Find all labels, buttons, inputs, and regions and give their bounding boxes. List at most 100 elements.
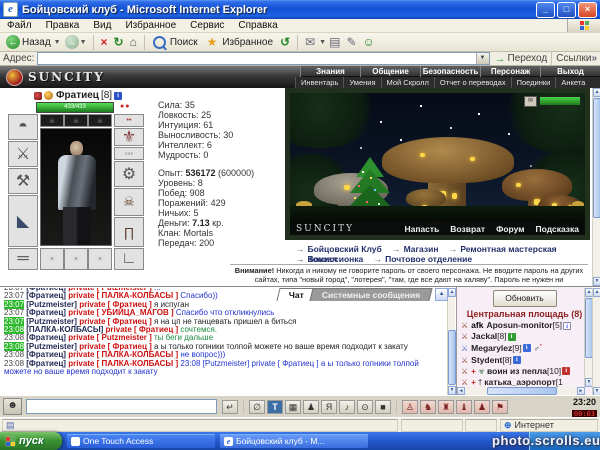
attack-icon[interactable]: ⚔ — [461, 366, 468, 377]
sound-icon[interactable]: ♪ — [339, 400, 355, 414]
slot-belt[interactable]: ═ — [8, 248, 38, 270]
slot-amulet[interactable]: •• — [114, 114, 144, 127]
user-info-icon[interactable]: i — [562, 367, 570, 375]
bone-slot[interactable]: × — [64, 248, 88, 270]
attack-icon[interactable]: ⚔ — [461, 377, 468, 388]
main-scrollbar[interactable]: ▲ ▼ — [592, 88, 600, 286]
nav-bezopasnost[interactable]: Безопасность — [420, 66, 480, 77]
close-button[interactable]: × — [578, 2, 597, 18]
history-icon[interactable]: ↺ — [280, 35, 290, 49]
links-label[interactable]: Ссылки — [556, 53, 591, 64]
menu-file[interactable]: Файл — [0, 20, 39, 31]
user-info-icon[interactable]: i — [508, 333, 516, 341]
task-browser[interactable]: e Бойцовский клуб - M... — [220, 434, 368, 448]
user-nick[interactable]: Aposun-monitor — [486, 320, 552, 331]
channel-icon[interactable]: ■ — [375, 400, 391, 414]
users-scrollbar[interactable]: ▲ ▼ — [584, 288, 592, 387]
chat-input[interactable] — [26, 399, 217, 414]
user-nick[interactable]: Megarylez — [471, 343, 512, 354]
slot-gun[interactable]: ⚙ — [114, 161, 144, 187]
tab-system-messages[interactable]: Системные сообщения — [309, 288, 432, 301]
link-shop[interactable]: Магазин — [404, 244, 439, 254]
send-button[interactable]: ↵ — [222, 400, 238, 414]
maximize-button[interactable]: □ — [557, 2, 576, 18]
slot-boots[interactable]: ∟ — [114, 248, 144, 270]
nav-znaniya[interactable]: Знания — [300, 66, 360, 77]
clear-icon[interactable]: ∅ — [249, 400, 265, 414]
chat-scroll-up-icon[interactable]: ▲ — [435, 288, 448, 301]
subnav-poedinki[interactable]: Поединки — [511, 77, 556, 88]
users-hscrollbar[interactable]: ◄ ► — [457, 387, 585, 395]
link-fightclub[interactable]: Бойцовский Клуб — [308, 244, 382, 254]
fight-filter-icon[interactable]: ♝ — [456, 400, 472, 414]
menu-help[interactable]: Справка — [231, 20, 284, 31]
print-icon[interactable]: ▤ — [329, 35, 340, 49]
scroll-thumb[interactable] — [593, 98, 600, 218]
scene-link-return[interactable]: Возврат — [450, 224, 485, 234]
page-scrollbar[interactable]: ▲ ▼ — [592, 288, 600, 396]
favorites-button[interactable]: ★ Избранное — [204, 35, 275, 49]
scene-mail-icon[interactable]: ✉ — [524, 96, 537, 107]
user-info-icon[interactable]: i — [523, 344, 531, 352]
refresh-button[interactable]: Обновить — [493, 290, 557, 307]
trinket-slot[interactable]: ☠ — [40, 114, 64, 127]
translit-icon[interactable]: Я — [321, 400, 337, 414]
slot-shield[interactable]: ☠ — [114, 188, 144, 216]
subnav-perevody[interactable]: Отчет о переводах — [434, 77, 511, 88]
forward-button[interactable]: → ▼ — [65, 35, 87, 49]
scroll-right-icon[interactable]: ► — [577, 387, 585, 395]
scroll-thumb[interactable] — [487, 387, 557, 395]
slot-hammer[interactable]: ⚒ — [8, 168, 38, 194]
links-chevron-icon[interactable]: » — [591, 53, 597, 64]
link-commission[interactable]: Комиссионка — [308, 254, 364, 264]
user-info-icon[interactable]: i — [513, 356, 521, 364]
scroll-up-icon[interactable]: ▲ — [593, 288, 600, 297]
user-nick[interactable]: катька_аэропорт — [484, 377, 555, 388]
back-button[interactable]: ← Назад ▼ — [6, 35, 61, 49]
nav-personazh[interactable]: Персонаж — [480, 66, 540, 77]
subnav-umeniya[interactable]: Умения — [343, 77, 380, 88]
slot-emblem[interactable]: ⚜ — [114, 128, 144, 146]
slot-cloak[interactable]: ◣ — [8, 195, 38, 247]
scroll-up-icon[interactable]: ▲ — [593, 88, 600, 97]
slot-rings[interactable]: ◦◦◦ — [114, 147, 144, 160]
user-nick[interactable]: Jackal — [471, 331, 497, 342]
home-icon[interactable]: ⌂ — [130, 35, 137, 49]
fight-filter-icon[interactable]: ♞ — [420, 400, 436, 414]
attack-icon[interactable]: ⚔ — [461, 320, 468, 331]
info-badge-icon[interactable]: i — [114, 92, 122, 100]
edit-icon[interactable]: ✎ — [346, 35, 356, 49]
trinket-slot[interactable]: ☠ — [88, 114, 112, 127]
subnav-skroll[interactable]: Мой Скролл — [381, 77, 434, 88]
bone-slot[interactable]: × — [88, 248, 112, 270]
timer-icon[interactable]: ⊙ — [357, 400, 373, 414]
chat-scrollbar[interactable]: ▲ ▼ — [447, 288, 455, 395]
menu-edit[interactable]: Правка — [39, 20, 87, 31]
menu-favorites[interactable]: Избранное — [118, 20, 183, 31]
save-log-icon[interactable]: ▦ — [285, 400, 301, 414]
link-repair[interactable]: Ремонтная мастерская — [460, 244, 556, 254]
mail-icon[interactable]: ✉ — [305, 35, 315, 49]
minimize-button[interactable]: _ — [536, 2, 555, 18]
address-dropdown-icon[interactable]: ▼ — [476, 53, 489, 64]
trinket-slot[interactable]: ☠ — [64, 114, 88, 127]
attack-icon[interactable]: ⚔ — [461, 355, 468, 366]
forward-caret-icon[interactable]: ▼ — [80, 39, 87, 46]
start-button[interactable]: пуск — [0, 432, 62, 450]
scroll-down-icon[interactable]: ▼ — [593, 277, 600, 286]
menu-view[interactable]: Вид — [86, 20, 118, 31]
go-icon[interactable]: → — [495, 53, 506, 65]
attack-icon[interactable]: ⚔ — [461, 331, 468, 342]
back-caret-icon[interactable]: ▼ — [54, 39, 61, 46]
mail-caret-icon[interactable]: ▼ — [319, 39, 326, 46]
slot-helmet[interactable]: ◓ — [8, 114, 38, 140]
scroll-thumb[interactable] — [448, 330, 456, 385]
user-nick[interactable]: Stydent — [471, 355, 502, 366]
stop-icon[interactable]: × — [101, 35, 108, 49]
fight-filter-icon[interactable]: ♙ — [402, 400, 418, 414]
search-button[interactable]: Поиск — [151, 36, 200, 49]
user-info-icon[interactable]: i — [563, 322, 571, 330]
scene-link-forum[interactable]: Форум — [496, 224, 524, 234]
filter-icon[interactable]: T — [267, 400, 283, 414]
user-nick[interactable]: воин из пепла — [487, 366, 547, 377]
